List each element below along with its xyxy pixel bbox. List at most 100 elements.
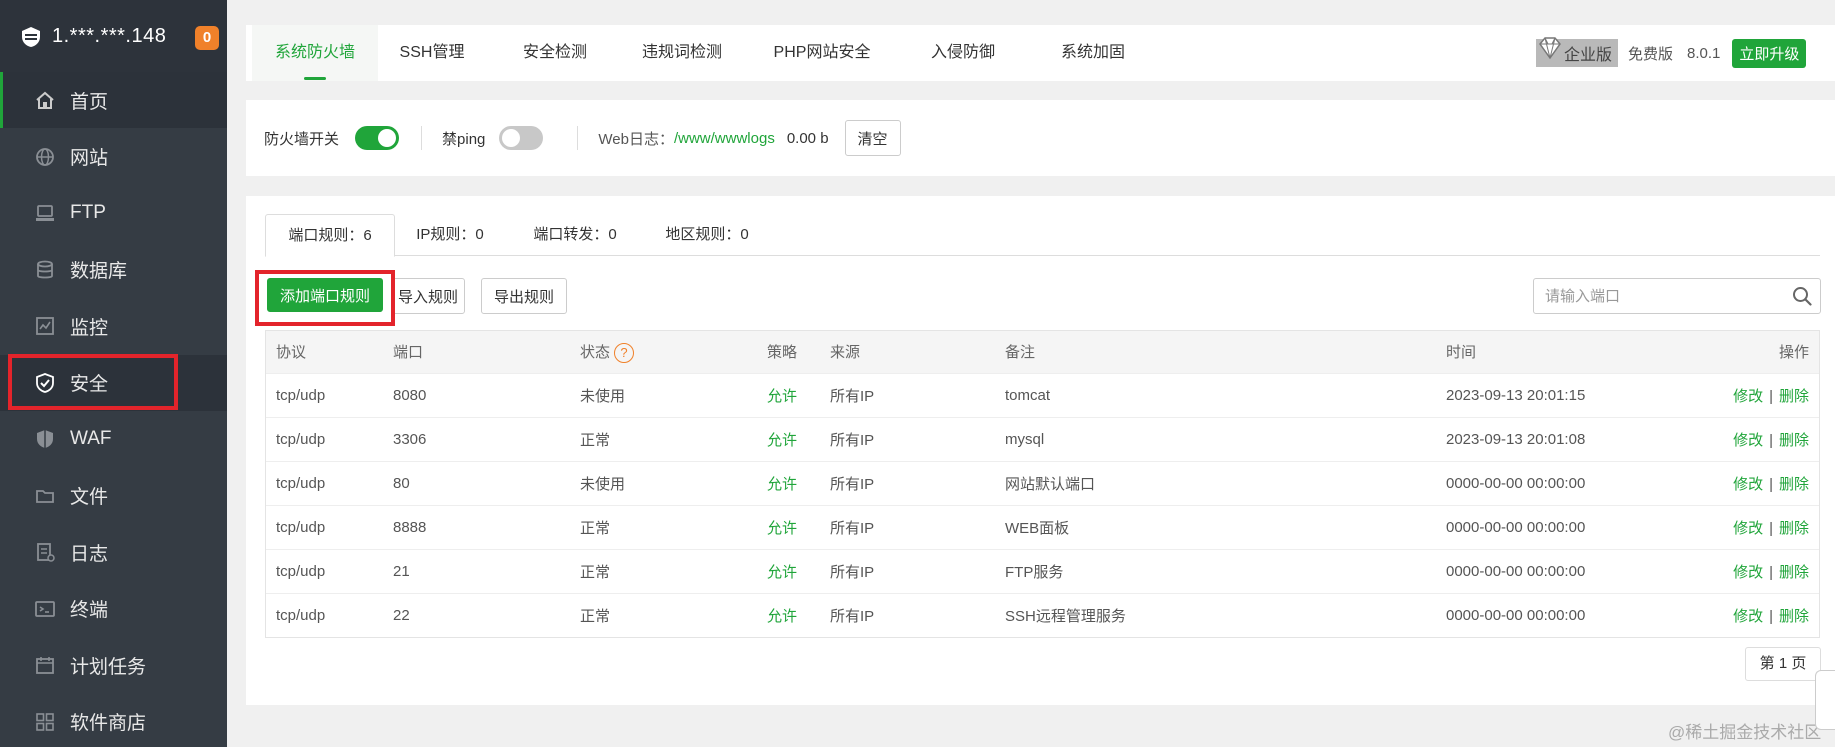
policy-cell: 允许: [767, 431, 798, 449]
search-icon[interactable]: [1792, 286, 1812, 306]
separator: |: [1769, 563, 1773, 581]
edit-link[interactable]: 修改: [1733, 564, 1763, 581]
column-header: 操作: [1778, 344, 1809, 362]
table-header-row: 协议 端口 状态? 策略 来源 备注 时间 操作: [266, 331, 1819, 373]
time-cell: 0000-00-00 00:00:00: [1446, 518, 1586, 536]
column-header: 协议: [276, 344, 307, 362]
delete-link[interactable]: 删除: [1779, 388, 1809, 405]
weblog-label: Web日志：: [598, 130, 674, 148]
sidebar-item[interactable]: FTP: [0, 185, 227, 241]
diamond-icon: [1539, 37, 1561, 60]
sidebar-item[interactable]: 计划任务: [0, 637, 227, 693]
server-shield-icon: [22, 27, 40, 47]
top-tab[interactable]: 违规词检测: [618, 25, 746, 81]
sidebar-item[interactable]: WAF: [0, 411, 227, 467]
port-cell: 8080: [393, 386, 427, 404]
firewall-toggle[interactable]: [355, 126, 400, 150]
policy-cell: 允许: [767, 563, 798, 581]
time-cell: 2023-09-13 20:01:08: [1446, 430, 1586, 448]
rule-type-tabs: 端口规则：6 IP规则：0 端口转发：0 地区规则：0: [265, 214, 1820, 257]
sidebar-item[interactable]: 安全: [0, 354, 227, 411]
note-cell: FTP服务: [1005, 563, 1064, 581]
edit-link[interactable]: 修改: [1733, 520, 1763, 537]
terminal-icon: [35, 600, 55, 617]
top-tab[interactable]: SSH管理: [372, 25, 492, 81]
actions-cell: 修改 | 删除: [1706, 549, 1819, 593]
sidebar-item[interactable]: 首页: [0, 72, 227, 128]
status-cell: 正常: [580, 563, 611, 581]
top-tab[interactable]: 系统加固: [1028, 25, 1158, 81]
protocol-cell: tcp/udp: [276, 562, 326, 580]
page-indicator[interactable]: 第 1 页: [1745, 647, 1821, 681]
status-cell: 正常: [580, 607, 611, 625]
sidebar-item[interactable]: 软件商店: [0, 694, 227, 747]
rule-type-tab[interactable]: 端口规则：6: [265, 214, 395, 257]
note-cell: tomcat: [1005, 386, 1051, 404]
edit-link[interactable]: 修改: [1733, 476, 1763, 493]
table-row: tcp/udp 80 未使用 允许 所有IP 网站默认端口 0000-00-00 00:00…: [266, 461, 1819, 505]
table-row: tcp/udp 3306 正常 允许 所有IP mysql 2023-09-13 20:01…: [266, 417, 1819, 461]
edit-link[interactable]: 修改: [1733, 432, 1763, 449]
enterprise-badge[interactable]: 企业版: [1536, 37, 1619, 67]
top-tab[interactable]: PHP网站安全: [746, 25, 898, 81]
time-cell: 0000-00-00 00:00:00: [1446, 562, 1586, 580]
sidebar-item-label: WAF: [70, 428, 112, 449]
rule-type-tab[interactable]: 端口转发：0: [505, 214, 645, 256]
weblog-path-link[interactable]: /www/wwwlogs: [674, 130, 775, 147]
delete-link[interactable]: 删除: [1779, 432, 1809, 449]
edit-link[interactable]: 修改: [1733, 388, 1763, 405]
clear-log-button[interactable]: 清空: [844, 120, 901, 156]
status-cell: 未使用: [580, 387, 626, 405]
sidebar-item[interactable]: 监控: [0, 298, 227, 354]
sidebar-item-label: 计划任务: [70, 656, 147, 678]
actions-cell: 修改 | 删除: [1706, 373, 1819, 417]
server-info[interactable]: 1.***.***.148 0: [0, 0, 227, 72]
weblog-size: 0.00 b: [786, 129, 829, 147]
sidebar-item-label: 终端: [70, 600, 109, 621]
import-rules-button[interactable]: 导入规则: [391, 278, 465, 314]
policy-cell: 允许: [767, 519, 798, 537]
sidebar-item[interactable]: 终端: [0, 581, 227, 637]
upgrade-button[interactable]: 立即升级: [1732, 38, 1807, 68]
protocol-cell: tcp/udp: [276, 518, 326, 536]
time-cell: 2023-09-13 20:01:15: [1446, 386, 1586, 404]
log-icon: [37, 543, 55, 562]
column-header: 备注: [1005, 344, 1036, 362]
sidebar-item[interactable]: 日志: [0, 524, 227, 580]
delete-link[interactable]: 删除: [1779, 476, 1809, 493]
top-tab[interactable]: 入侵防御: [898, 25, 1028, 81]
top-tab[interactable]: 系统防火墙: [252, 25, 378, 81]
note-cell: WEB面板: [1005, 519, 1070, 537]
sidebar-item[interactable]: 数据库: [0, 242, 227, 298]
add-port-rule-button[interactable]: 添加端口规则: [267, 278, 383, 312]
delete-link[interactable]: 删除: [1779, 520, 1809, 537]
help-icon[interactable]: ?: [614, 342, 635, 363]
column-header: 策略: [767, 344, 798, 362]
separator: |: [1769, 607, 1773, 625]
sidebar-item[interactable]: 文件: [0, 468, 227, 524]
delete-link[interactable]: 删除: [1779, 608, 1809, 625]
top-tab-label: 系统防火墙: [274, 44, 355, 61]
rule-type-tab[interactable]: IP规则：0: [395, 214, 505, 256]
active-tab-indicator: [304, 77, 326, 80]
separator: |: [1769, 475, 1773, 493]
edit-link[interactable]: 修改: [1733, 608, 1763, 625]
note-cell: SSH远程管理服务: [1005, 607, 1126, 625]
separator: |: [1769, 387, 1773, 405]
sidebar-item[interactable]: 网站: [0, 129, 227, 185]
port-rules-table: 协议 端口 状态? 策略 来源 备注 时间 操作 tcp/udp 8080 未使用允…: [265, 330, 1820, 638]
ping-toggle[interactable]: [499, 126, 544, 150]
port-search-input[interactable]: [1534, 279, 1784, 313]
source-cell: 所有IP: [830, 563, 875, 581]
rule-type-tab[interactable]: 地区规则：0: [645, 214, 769, 256]
top-tab[interactable]: 安全检测: [492, 25, 618, 81]
sidebar-item-label: 安全: [70, 374, 109, 395]
enterprise-label: 企业版: [1564, 47, 1613, 64]
notification-badge[interactable]: 0: [195, 26, 219, 50]
table-row: tcp/udp 22 正常 允许 所有IP SSH远程管理服务 0000-00-00 00:…: [266, 593, 1819, 637]
export-rules-button[interactable]: 导出规则: [481, 278, 567, 314]
floating-help-widget[interactable]: [1815, 670, 1835, 730]
divider: [421, 126, 423, 150]
delete-link[interactable]: 删除: [1779, 564, 1809, 581]
toggle-knob: [502, 129, 521, 147]
